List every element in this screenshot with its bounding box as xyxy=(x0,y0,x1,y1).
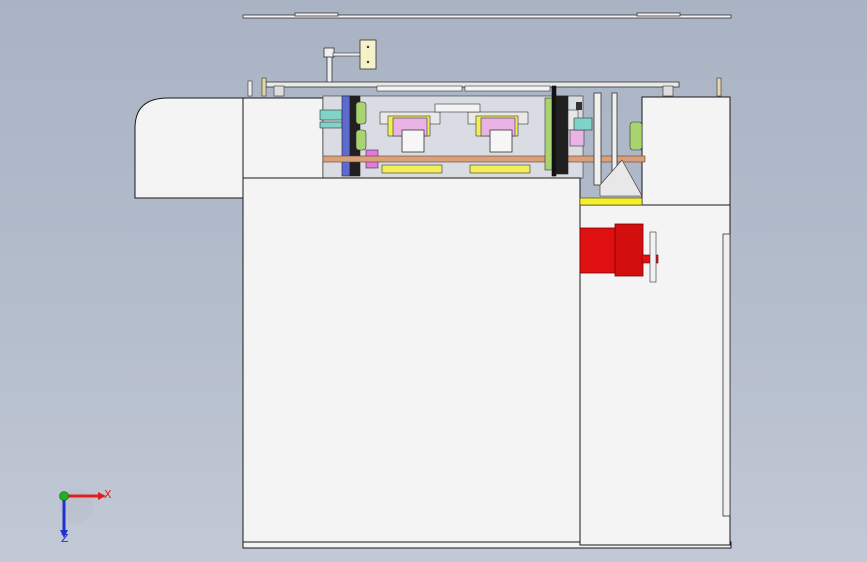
cabinet-door-edge xyxy=(722,233,731,517)
left-upper-housing xyxy=(242,97,324,179)
cad-viewport[interactable]: X Z xyxy=(0,0,867,562)
upper-deck-plate xyxy=(247,77,722,97)
z-axis-label: Z xyxy=(61,532,69,545)
left-hood xyxy=(134,97,244,199)
y-axis-dot xyxy=(59,491,69,501)
top-cover-plate xyxy=(242,12,732,19)
right-upper-housing xyxy=(641,96,731,206)
axis-triad[interactable]: X Z xyxy=(59,488,112,545)
sensor-bracket xyxy=(323,39,377,84)
yellow-rail xyxy=(579,197,643,206)
assembly-front-view: X Z xyxy=(59,12,732,549)
main-cabinet xyxy=(242,177,581,546)
x-axis-label: X xyxy=(104,488,112,501)
